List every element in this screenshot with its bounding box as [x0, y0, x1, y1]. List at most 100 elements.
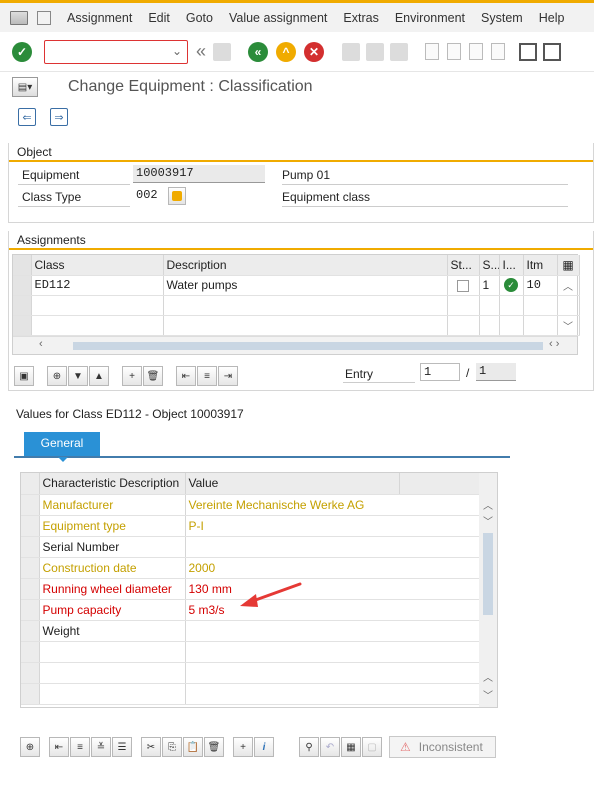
table-row[interactable]: Manufacturer Vereinte Mechanische Werke …	[21, 494, 482, 516]
scroll-thumb[interactable]	[483, 533, 493, 615]
table-row[interactable]	[21, 641, 482, 663]
next-entry-icon[interactable]: ≚	[91, 737, 111, 757]
create-session-icon[interactable]	[519, 42, 538, 61]
class-type-field[interactable]: 002	[133, 187, 163, 205]
back-icon[interactable]: «	[248, 41, 269, 62]
char-value[interactable]: 130 mm	[185, 578, 482, 600]
column-status[interactable]: St...	[447, 255, 480, 276]
find-icon[interactable]	[366, 42, 385, 61]
horizontal-scrollbar[interactable]: ‹ ‹ ›	[13, 335, 577, 354]
table-row[interactable]: Equipment type P-I	[21, 515, 482, 537]
info-icon[interactable]: i	[254, 737, 274, 757]
print-icon[interactable]	[342, 42, 361, 61]
command-field[interactable]: ⌄	[44, 39, 188, 64]
collapse-icon[interactable]: «	[196, 41, 206, 62]
char-value[interactable]: Vereinte Mechanische Werke AG	[185, 494, 482, 516]
first-entry-icon[interactable]: ⇤	[49, 737, 69, 757]
scroll-down-icon[interactable]: ﹀	[557, 315, 580, 336]
scroll-up-icon[interactable]: ︿	[483, 497, 493, 512]
table-row[interactable]: Serial Number	[21, 536, 482, 558]
table-row[interactable]: ED112 Water pumps 1 ✓ 10 ︿	[13, 275, 580, 296]
scroll-right-icon[interactable]: ‹ ›	[549, 338, 559, 350]
menu-environment[interactable]: Environment	[387, 11, 473, 25]
details-icon[interactable]: ⊕	[20, 737, 40, 757]
first-entry-icon[interactable]: ⇤	[176, 366, 196, 386]
next-object-icon[interactable]: ⇒	[50, 108, 68, 126]
scroll-left-icon[interactable]: ‹	[39, 338, 43, 350]
column-class[interactable]: Class	[31, 255, 164, 276]
sort-up-icon[interactable]: ▲	[89, 366, 109, 386]
char-value[interactable]	[185, 536, 482, 558]
table-row[interactable]	[21, 683, 482, 705]
disabled-icon[interactable]: ▢	[362, 737, 382, 757]
table-view-icon[interactable]: ▦	[341, 737, 361, 757]
table-row[interactable]	[21, 662, 482, 684]
column-value[interactable]: Value	[185, 473, 400, 495]
equipment-field[interactable]: 10003917	[133, 165, 265, 183]
prev-page-icon[interactable]	[447, 43, 462, 60]
table-row[interactable]	[13, 295, 580, 316]
column-characteristic-description[interactable]: Characteristic Description	[39, 473, 186, 495]
previous-entry-icon[interactable]: ≡	[70, 737, 90, 757]
next-page-icon[interactable]	[469, 43, 484, 60]
menu-extras[interactable]: Extras	[335, 11, 386, 25]
chevron-down-icon[interactable]: ⌄	[172, 44, 182, 58]
find-next-icon[interactable]	[390, 42, 409, 61]
column-s[interactable]: S...	[479, 255, 500, 276]
scroll-up-icon[interactable]: ︿	[483, 669, 493, 684]
column-i[interactable]: I...	[499, 255, 524, 276]
scroll-down-icon[interactable]: ﹀	[483, 687, 493, 702]
menu-goto[interactable]: Goto	[178, 11, 221, 25]
row-selector[interactable]	[13, 275, 32, 296]
save-icon[interactable]	[213, 42, 232, 61]
menu-value-assignment[interactable]: Value assignment	[221, 11, 335, 25]
status-checkbox[interactable]	[457, 279, 469, 292]
menu-toggle-icon[interactable]: ▤▾	[12, 77, 38, 97]
cancel-icon[interactable]: ✕	[304, 41, 325, 62]
delete-icon[interactable]: 🗑	[204, 737, 224, 757]
exit-icon[interactable]: ^	[276, 41, 297, 62]
column-itm[interactable]: Itm	[523, 255, 558, 276]
select-all-cell[interactable]	[13, 255, 32, 276]
scroll-up-icon[interactable]: ︿	[557, 275, 580, 296]
copy-icon[interactable]: ⎘	[162, 737, 182, 757]
row-itm[interactable]: 10	[523, 275, 558, 296]
menu-help[interactable]: Help	[531, 11, 573, 25]
first-page-icon[interactable]	[425, 43, 440, 60]
inconsistent-button[interactable]: ⚠ Inconsistent	[389, 736, 496, 758]
delete-row-icon[interactable]: 🗑	[143, 366, 163, 386]
char-value[interactable]	[185, 620, 482, 642]
menu-assignment[interactable]: Assignment	[59, 11, 140, 25]
next-entry-icon[interactable]: ⇥	[218, 366, 238, 386]
previous-entry-icon[interactable]: ≡	[197, 366, 217, 386]
entry-field[interactable]: 1	[420, 363, 460, 381]
char-value[interactable]: 5 m3/s	[185, 599, 482, 621]
previous-object-icon[interactable]: ⇐	[18, 108, 36, 126]
table-settings-icon[interactable]: ▦	[557, 255, 580, 276]
insert-row-icon[interactable]: +	[122, 366, 142, 386]
char-value[interactable]: P-I	[185, 515, 482, 537]
scroll-up-icon[interactable]: ﹀	[483, 513, 493, 528]
table-row[interactable]: Weight	[21, 620, 482, 642]
sort-down-icon[interactable]: ▼	[68, 366, 88, 386]
menu-edit[interactable]: Edit	[140, 11, 178, 25]
last-page-icon[interactable]	[491, 43, 506, 60]
vertical-scrollbar[interactable]: ︿ ﹀ ︿ ﹀	[479, 473, 497, 707]
char-value[interactable]: 2000	[185, 557, 482, 579]
details-icon[interactable]: ⊕	[47, 366, 67, 386]
last-entry-icon[interactable]: ☰	[112, 737, 132, 757]
enter-icon[interactable]: ✓	[12, 41, 32, 62]
binoculars-icon[interactable]: ⚲	[299, 737, 319, 757]
table-row[interactable]: Construction date 2000	[21, 557, 482, 579]
menu-system[interactable]: System	[473, 11, 531, 25]
paste-icon[interactable]: 📋	[183, 737, 203, 757]
cut-icon[interactable]: ✂	[141, 737, 161, 757]
insert-value-icon[interactable]: +	[233, 737, 253, 757]
menu-list-icon[interactable]	[10, 10, 28, 25]
shortcut-icon[interactable]	[543, 42, 562, 61]
undo-icon[interactable]: ↶	[320, 737, 340, 757]
table-row[interactable]: ﹀	[13, 315, 580, 336]
class-type-help-icon[interactable]	[168, 187, 186, 205]
customize-icon[interactable]	[37, 10, 51, 25]
select-all-icon[interactable]: ▣	[14, 366, 34, 386]
